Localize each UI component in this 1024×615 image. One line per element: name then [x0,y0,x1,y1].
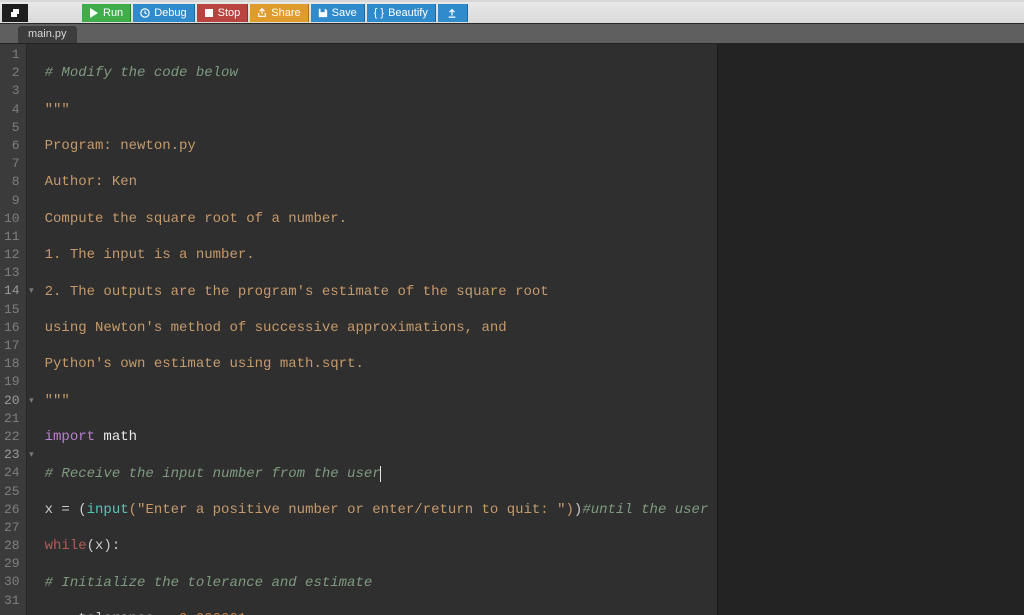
play-icon [89,8,99,18]
line-number: 17 [4,337,20,355]
stop-button[interactable]: Stop [197,4,249,22]
line-number: 29 [4,555,20,573]
text-cursor [380,466,381,482]
stop-icon [204,8,214,18]
code-line: # Initialize the tolerance and estimate [45,574,707,592]
line-number: 28 [4,537,20,555]
code-line: 2. The outputs are the program's estimat… [45,283,707,301]
tab-strip: main.py [0,24,1024,44]
code-line: tolerance = 0.000001 [45,610,707,615]
beautify-button[interactable]: { } Beautify [367,4,436,22]
save-icon [318,8,328,18]
code-line: # Receive the input number from the user [45,465,707,483]
line-number: 24 [4,464,20,482]
code-line: import math [45,428,707,446]
line-number: 1 [4,46,20,64]
editor: 1234567891011121314151617181920212223242… [0,44,1024,615]
run-label: Run [103,4,123,22]
code-line: while(x): [45,537,707,555]
code-line: Author: Ken [45,173,707,191]
tab-label: main.py [28,28,67,40]
line-number-gutter: 1234567891011121314151617181920212223242… [0,44,27,615]
line-number: 11 [4,228,20,246]
toolbar: Run Debug Stop Share Save { } Beautify [0,2,1024,24]
tab-main-py[interactable]: main.py [18,26,77,43]
line-number: 14 [4,282,20,300]
line-number: 6 [4,137,20,155]
debug-label: Debug [154,4,186,22]
upload-icon [447,8,457,18]
save-button[interactable]: Save [311,4,365,22]
code-line: using Newton's method of successive appr… [45,319,707,337]
line-number: 3 [4,82,20,100]
line-number: 27 [4,519,20,537]
line-number: 15 [4,301,20,319]
code-line: """ [45,392,707,410]
code-line: """ [45,101,707,119]
debug-button[interactable]: Debug [133,4,194,22]
clock-icon [140,8,150,18]
line-number: 2 [4,64,20,82]
line-number: 12 [4,246,20,264]
line-number: 4 [4,101,20,119]
line-number: 30 [4,573,20,591]
upload-button[interactable] [438,4,468,22]
line-number: 23 [4,446,20,464]
line-number: 13 [4,264,20,282]
line-number: 22 [4,428,20,446]
code-line: Python's own estimate using math.sqrt. [45,355,707,373]
beautify-label: Beautify [388,4,428,22]
line-number: 7 [4,155,20,173]
line-number: 18 [4,355,20,373]
share-button[interactable]: Share [250,4,308,22]
run-button[interactable]: Run [82,4,131,22]
code-line: Compute the square root of a number. [45,210,707,228]
line-number: 5 [4,119,20,137]
share-label: Share [271,4,300,22]
line-number: 19 [4,373,20,391]
stop-label: Stop [218,4,241,22]
code-line: x = (input("Enter a positive number or e… [45,501,707,519]
line-number: 9 [4,192,20,210]
code-line: 1. The input is a number. [45,246,707,264]
line-number: 8 [4,173,20,191]
line-number: 26 [4,501,20,519]
save-label: Save [332,4,357,22]
output-pane [717,44,1024,615]
line-number: 20 [4,392,20,410]
logo-icon [2,4,28,22]
line-number: 16 [4,319,20,337]
line-number: 10 [4,210,20,228]
code-area[interactable]: # Modify the code below """ Program: new… [27,44,717,615]
share-icon [257,8,267,18]
code-line: # Modify the code below [45,64,707,82]
line-number: 21 [4,410,20,428]
line-number: 25 [4,483,20,501]
braces-icon: { } [374,4,384,22]
line-number: 31 [4,592,20,610]
code-line: Program: newton.py [45,137,707,155]
